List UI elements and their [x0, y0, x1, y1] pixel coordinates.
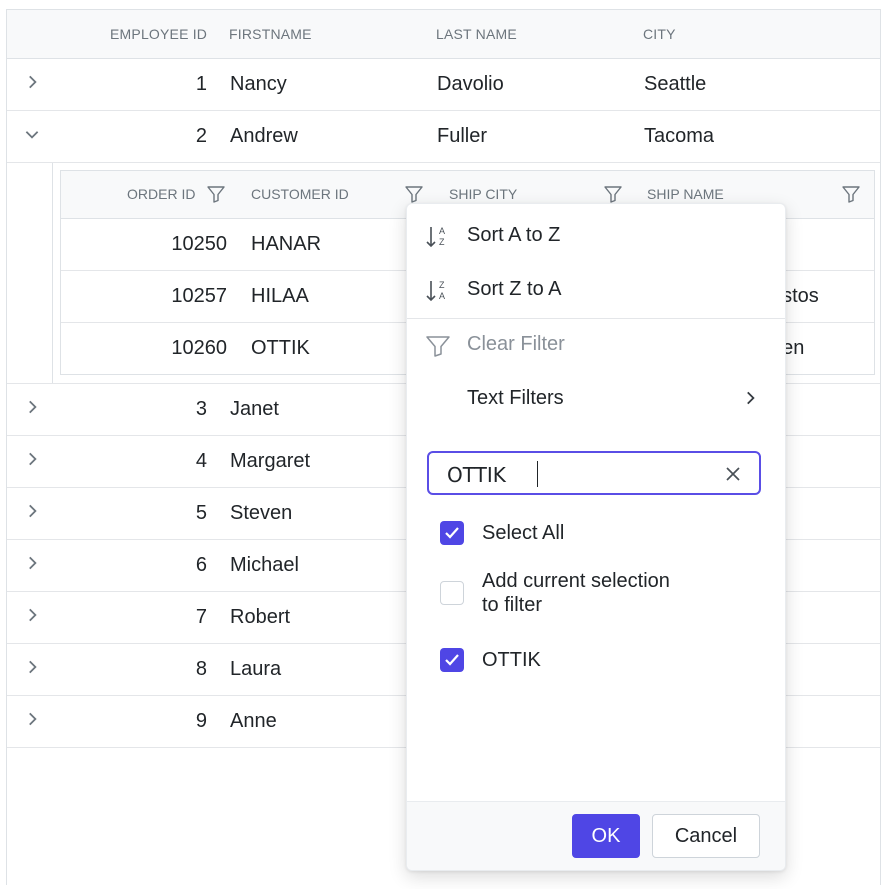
first-name-cell: Margaret — [230, 450, 311, 472]
option-checkbox[interactable] — [440, 648, 464, 672]
sort-ascending-icon: AZ — [425, 224, 451, 250]
filter-search-input[interactable]: OTTIK — [427, 451, 761, 495]
chevron-down-icon[interactable] — [23, 125, 41, 143]
table-row[interactable]: 2 Andrew Fuller Tacoma — [7, 111, 880, 163]
last-name-cell: Fuller — [437, 125, 488, 147]
chevron-right-icon[interactable] — [23, 73, 41, 91]
chevron-right-icon[interactable] — [23, 502, 41, 520]
chevron-right-icon[interactable] — [23, 658, 41, 676]
table-row[interactable]: 1 Nancy Davolio Seattle — [7, 59, 880, 111]
chevron-right-icon[interactable] — [23, 606, 41, 624]
employee-id-cell: 3 — [195, 398, 207, 420]
sort-ascending-label: Sort A to Z — [467, 224, 561, 246]
excel-filter-menu: AZ Sort A to Z ZA Sort Z to A Clear Filt… — [406, 203, 786, 871]
grid-header: EMPLOYEE ID FIRSTNAME LAST NAME CITY — [7, 10, 880, 59]
text-caret — [537, 461, 538, 487]
employee-id-cell: 9 — [195, 710, 207, 732]
svg-text:Z: Z — [439, 237, 445, 247]
svg-text:A: A — [439, 226, 445, 236]
employee-id-cell: 7 — [195, 606, 207, 628]
chevron-right-icon[interactable] — [23, 554, 41, 572]
clear-filter-label: Clear Filter — [467, 333, 565, 355]
search-value: OTTIK — [447, 463, 506, 487]
column-header-city[interactable]: CITY — [643, 26, 676, 42]
cancel-button[interactable]: Cancel — [652, 814, 760, 858]
first-name-cell: Michael — [230, 554, 299, 576]
last-name-cell: Davolio — [437, 73, 504, 95]
select-all-checkbox[interactable] — [440, 521, 464, 545]
ok-button[interactable]: OK — [572, 814, 640, 858]
close-icon[interactable] — [723, 464, 743, 484]
column-header-ship-city[interactable]: SHIP CITY — [449, 186, 517, 202]
customer-id-cell: HILAA — [251, 285, 309, 307]
filter-icon[interactable] — [404, 184, 424, 204]
svg-text:A: A — [439, 291, 445, 301]
select-all-label: Select All — [482, 522, 565, 544]
order-id-cell: 10257 — [171, 285, 227, 307]
add-selection-checkbox[interactable] — [440, 581, 464, 605]
column-header-last-name[interactable]: LAST NAME — [436, 26, 517, 42]
order-id-cell: 10260 — [171, 337, 227, 359]
add-selection-label: Add current selection — [482, 570, 670, 592]
chevron-right-icon — [741, 389, 759, 407]
add-selection-label-line2: to filter — [482, 594, 543, 616]
filter-icon[interactable] — [603, 184, 623, 204]
column-header-ship-name[interactable]: SHIP NAME — [647, 186, 724, 202]
sort-ascending-item[interactable]: AZ Sort A to Z — [407, 210, 785, 264]
chevron-right-icon[interactable] — [23, 450, 41, 468]
customer-id-cell: HANAR — [251, 233, 322, 255]
sort-descending-label: Sort Z to A — [467, 278, 562, 300]
first-name-cell: Steven — [230, 502, 293, 524]
column-header-first-name[interactable]: FIRSTNAME — [229, 26, 312, 42]
clear-filter-icon — [425, 333, 451, 359]
svg-text:Z: Z — [439, 280, 445, 290]
first-name-cell: Janet — [230, 398, 279, 420]
filter-icon[interactable] — [841, 184, 861, 204]
employee-id-cell: 6 — [195, 554, 207, 576]
column-header-order-id[interactable]: ORDER ID — [127, 186, 195, 202]
employee-id-cell: 4 — [195, 450, 207, 472]
chevron-right-icon[interactable] — [23, 710, 41, 728]
city-cell: Seattle — [644, 73, 707, 95]
first-name-cell: Andrew — [230, 125, 298, 147]
city-cell: Tacoma — [644, 125, 715, 147]
first-name-cell: Laura — [230, 658, 282, 680]
checkmark-icon — [445, 654, 459, 666]
clear-filter-item[interactable]: Clear Filter — [407, 319, 785, 373]
chevron-right-icon[interactable] — [23, 398, 41, 416]
employee-id-cell: 5 — [195, 502, 207, 524]
text-filters-item[interactable]: Text Filters — [407, 373, 785, 427]
sort-descending-item[interactable]: ZA Sort Z to A — [407, 264, 785, 318]
first-name-cell: Anne — [230, 710, 277, 732]
text-filters-label: Text Filters — [467, 387, 564, 409]
order-id-cell: 10250 — [171, 233, 227, 255]
filter-icon[interactable] — [206, 184, 226, 204]
employee-id-cell: 2 — [195, 125, 207, 147]
column-header-employee-id[interactable]: EMPLOYEE ID — [110, 26, 207, 42]
sort-descending-icon: ZA — [425, 278, 451, 304]
first-name-cell: Robert — [230, 606, 291, 628]
employee-id-cell: 1 — [195, 73, 207, 95]
checkmark-icon — [445, 527, 459, 539]
filter-menu-footer: OK Cancel — [407, 801, 785, 870]
employee-id-cell: 8 — [195, 658, 207, 680]
customer-id-cell: OTTIK — [251, 337, 310, 359]
first-name-cell: Nancy — [230, 73, 287, 95]
column-header-customer-id[interactable]: CUSTOMER ID — [251, 186, 349, 202]
option-label: OTTIK — [482, 649, 541, 671]
